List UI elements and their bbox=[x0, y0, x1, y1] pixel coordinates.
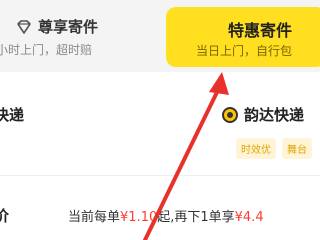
courier-tag: 舞台 bbox=[282, 138, 312, 159]
price-label: 价 bbox=[0, 207, 10, 225]
courier-tag: 时效优 bbox=[236, 138, 276, 159]
courier-name: 韵达快递 bbox=[244, 106, 305, 124]
price-middle: 起,再下1单享 bbox=[157, 210, 235, 225]
price-prefix: 当前每单 bbox=[68, 210, 121, 225]
divider bbox=[0, 175, 320, 176]
courier-option-left[interactable]: 快递 bbox=[0, 104, 24, 125]
courier-card: 快递 韵达快递 时效优 舞台 价 当前每单¥1.10起,再下1单享¥4.4 bbox=[0, 72, 320, 240]
diamond-icon bbox=[17, 19, 31, 34]
price-amount: ¥1.10 bbox=[120, 210, 158, 225]
yunda-logo-icon bbox=[222, 106, 238, 123]
tab-premium-title-row: 尊享寄件 bbox=[16, 16, 98, 37]
tab-discount-subtitle: 当日上门，自行包 bbox=[196, 44, 293, 58]
tab-discount-send[interactable]: 特惠寄件 当日上门，自行包 bbox=[166, 7, 320, 67]
tab-premium-subtitle: 小时上门，超时赔 bbox=[0, 43, 93, 57]
courier-option-yunda[interactable]: 韵达快递 bbox=[222, 104, 304, 125]
courier-tags: 时效优 舞台 bbox=[236, 138, 312, 159]
price-info: 当前每单¥1.10起,再下1单享¥4.4 bbox=[68, 206, 264, 225]
tab-discount-title: 特惠寄件 bbox=[228, 21, 293, 40]
send-type-tabs: 尊享寄件 小时上门，超时赔 特惠寄件 当日上门，自行包 bbox=[0, 0, 320, 72]
tab-premium-send[interactable]: 尊享寄件 小时上门，超时赔 bbox=[0, 6, 166, 66]
price-discount-amount: ¥4.4 bbox=[234, 210, 264, 225]
tab-premium-title: 尊享寄件 bbox=[38, 18, 99, 36]
